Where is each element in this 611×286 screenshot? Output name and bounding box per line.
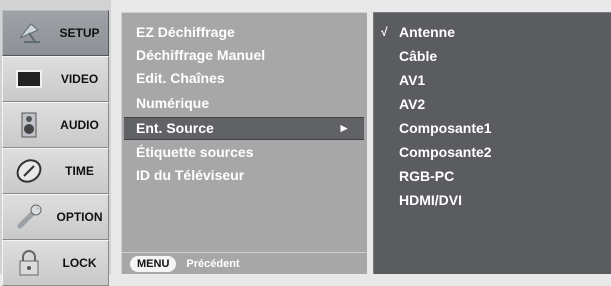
source-options-panel: √ Antenne Câble AV1 AV2 Composante1 Comp… xyxy=(373,12,611,274)
nav-label-time: TIME xyxy=(65,164,94,178)
option-composante1[interactable]: Composante1 xyxy=(374,117,610,140)
menu-item-label: EZ Déchiffrage xyxy=(136,24,235,40)
nav-label-audio: AUDIO xyxy=(60,118,99,132)
menu-item-label: Déchiffrage Manuel xyxy=(136,47,266,63)
option-av1[interactable]: AV1 xyxy=(374,69,610,92)
option-rgb-pc[interactable]: RGB-PC xyxy=(374,165,610,188)
back-hint: Précédent xyxy=(186,257,240,270)
check-mark-icon: √ xyxy=(381,25,388,39)
option-label: Antenne xyxy=(399,24,455,40)
option-label: Câble xyxy=(399,48,438,64)
nav-item-time[interactable]: TIME xyxy=(2,148,109,194)
setup-menu-panel: EZ Déchiffrage Déchiffrage Manuel Edit. … xyxy=(121,12,367,274)
nav-label-option: OPTION xyxy=(56,210,103,224)
nav-label-video: VIDEO xyxy=(60,72,99,86)
option-label: HDMI/DVI xyxy=(399,192,462,208)
menu-item-label: Ent. Source xyxy=(136,120,214,136)
wrench-icon xyxy=(14,202,44,232)
menu-key-badge[interactable]: MENU xyxy=(130,255,177,272)
nav-label-setup: SETUP xyxy=(59,26,100,40)
option-cable[interactable]: Câble xyxy=(374,45,610,68)
option-label: AV2 xyxy=(399,96,426,112)
option-label: RGB-PC xyxy=(399,168,455,184)
option-av2[interactable]: AV2 xyxy=(374,93,610,116)
menu-footer: MENU Précédent xyxy=(122,252,366,274)
menu-item-edit-chaines[interactable]: Edit. Chaînes xyxy=(124,67,364,90)
option-label: Composante1 xyxy=(399,120,492,136)
menu-item-label: Numérique xyxy=(136,95,210,111)
menu-item-label: Étiquette sources xyxy=(136,144,254,160)
menu-item-id-televiseur[interactable]: ID du Téléviseur xyxy=(124,164,364,187)
submenu-arrow-icon: ► xyxy=(338,121,350,135)
menu-item-label: Edit. Chaînes xyxy=(136,70,225,86)
option-label: AV1 xyxy=(399,72,426,88)
nav-item-option[interactable]: OPTION xyxy=(2,194,109,240)
nav-item-video[interactable]: VIDEO xyxy=(2,56,109,102)
menu-item-ez-dechiffrage[interactable]: EZ Déchiffrage xyxy=(124,21,364,44)
speaker-icon xyxy=(14,110,44,140)
menu-item-label: ID du Téléviseur xyxy=(136,167,245,183)
menu-item-numerique[interactable]: Numérique xyxy=(124,92,364,115)
option-label: Composante2 xyxy=(399,144,492,160)
menu-item-dechiffrage-manuel[interactable]: Déchiffrage Manuel xyxy=(124,44,364,67)
nav-label-lock: LOCK xyxy=(62,256,97,270)
monitor-icon xyxy=(14,64,44,94)
menu-item-ent-source[interactable]: Ent. Source ► xyxy=(124,117,364,140)
menu-item-etiquette-sources[interactable]: Étiquette sources xyxy=(124,141,364,164)
category-sidebar: SETUP VIDEO AUDIO TIME OPTION LOCK xyxy=(0,0,111,286)
nav-item-audio[interactable]: AUDIO xyxy=(2,102,109,148)
option-composante2[interactable]: Composante2 xyxy=(374,141,610,164)
nav-item-setup[interactable]: SETUP xyxy=(2,10,109,56)
option-hdmi-dvi[interactable]: HDMI/DVI xyxy=(374,189,610,212)
nav-item-lock[interactable]: LOCK xyxy=(2,240,109,286)
option-antenne[interactable]: √ Antenne xyxy=(374,21,610,44)
satellite-dish-icon xyxy=(14,18,44,48)
clock-icon xyxy=(14,156,44,186)
